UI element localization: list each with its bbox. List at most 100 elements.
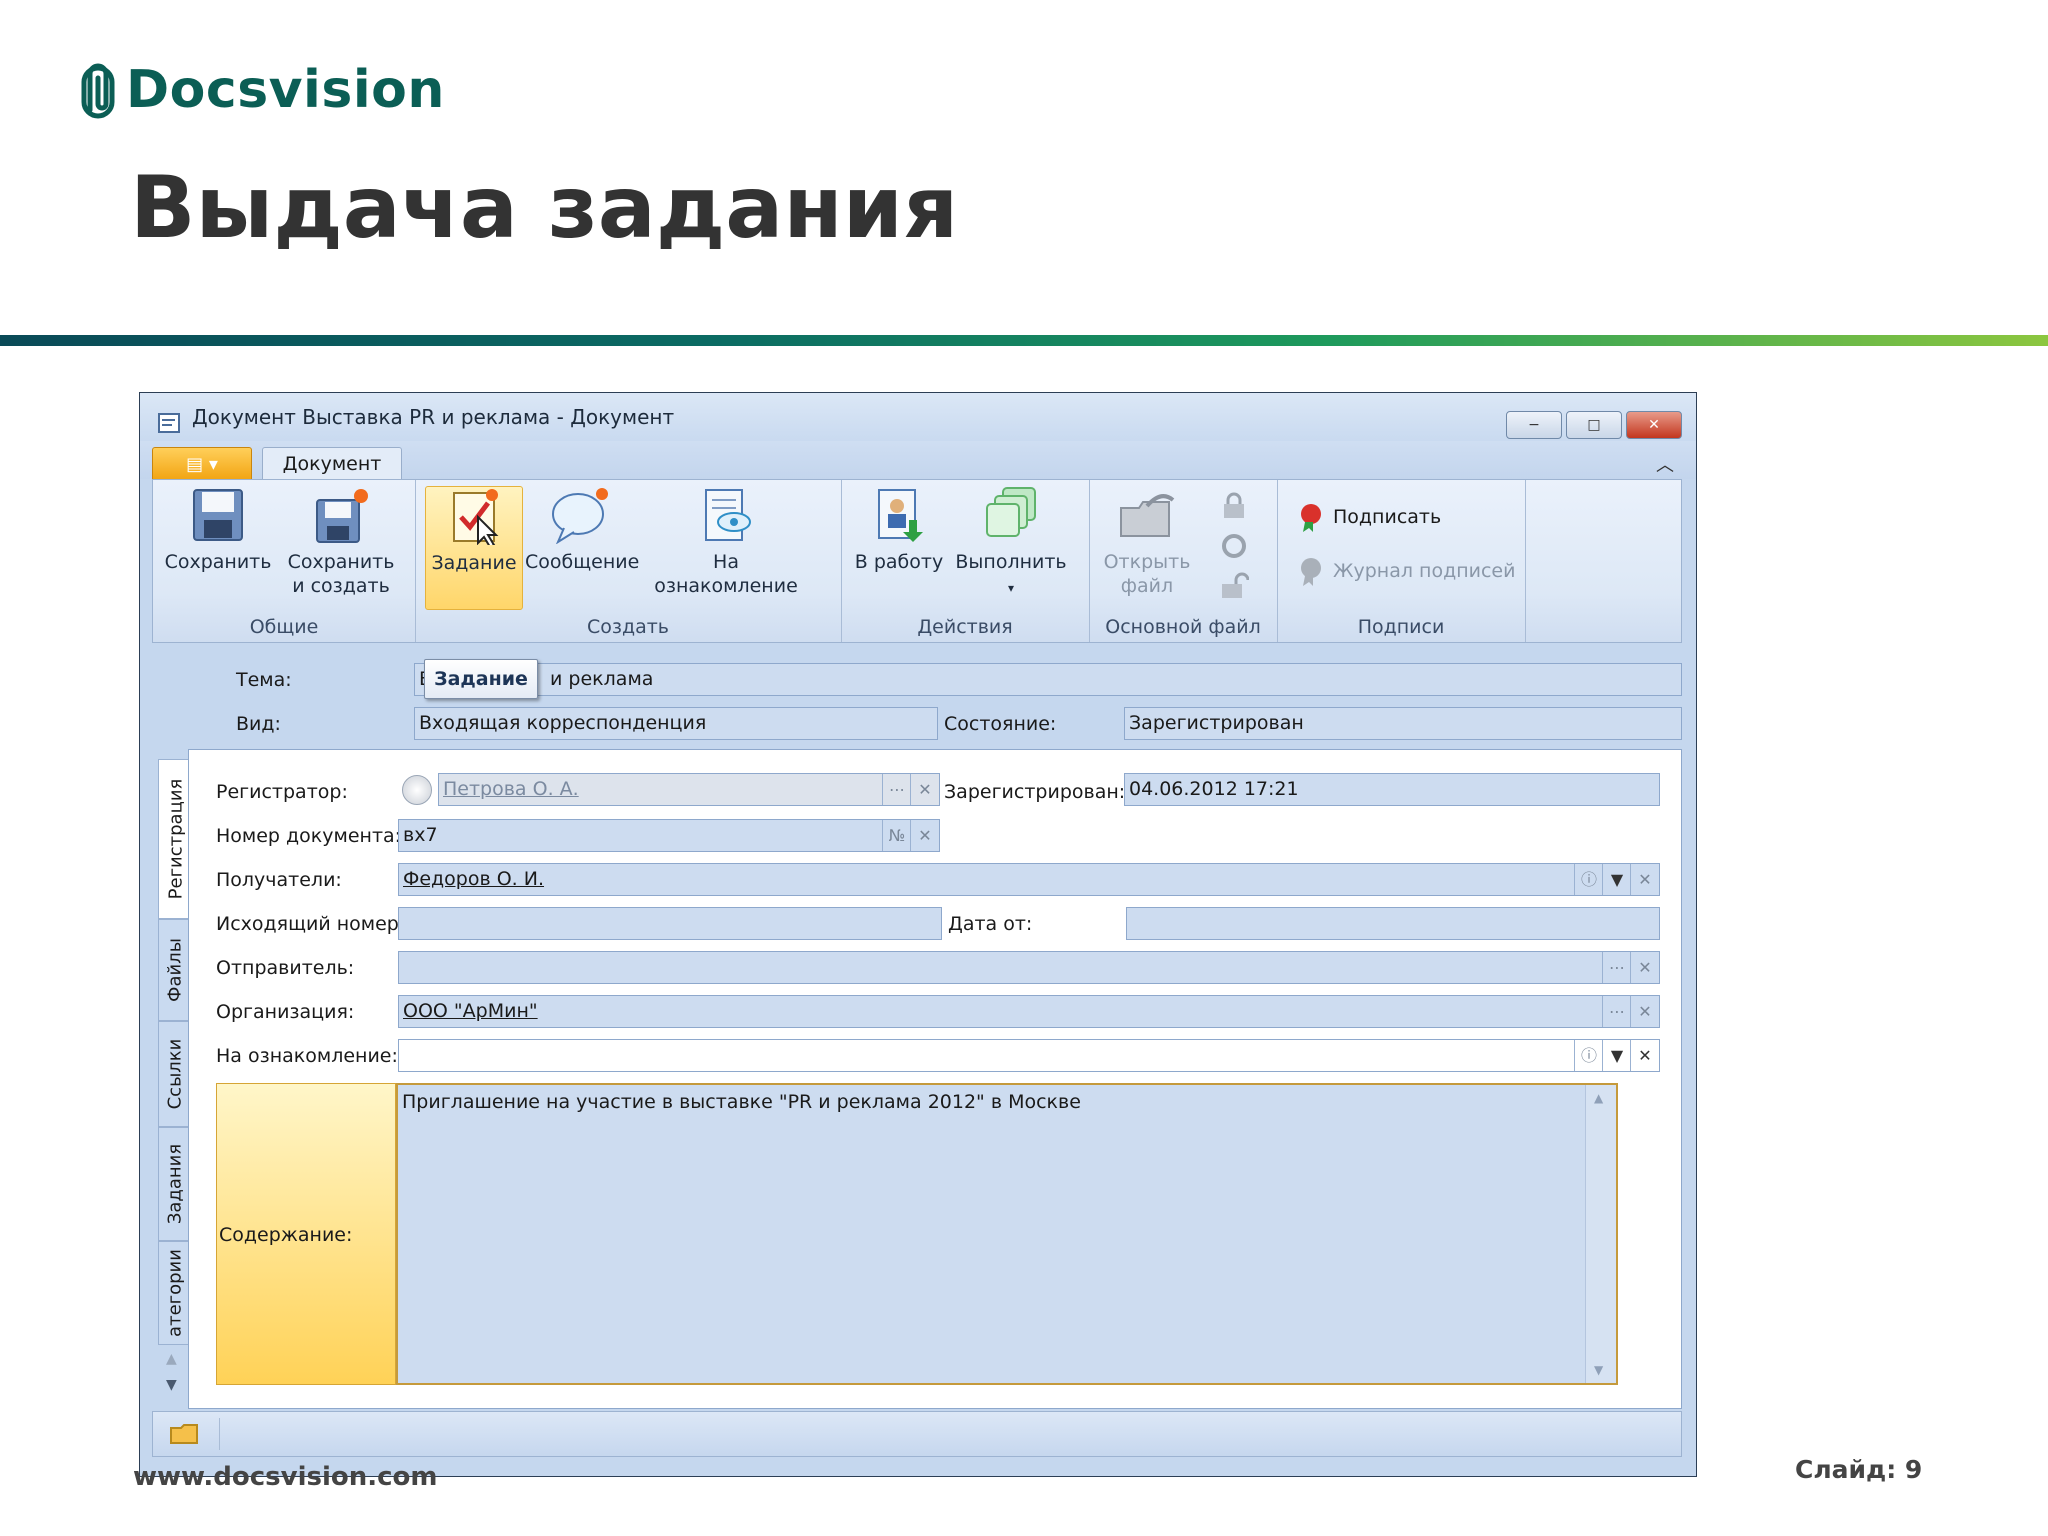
subject-field[interactable]: Ви реклама	[414, 663, 1682, 696]
save-button[interactable]: Сохранить	[163, 486, 273, 574]
state-label: Состояние:	[944, 713, 1057, 735]
slide-number: Слайд: 9	[1795, 1455, 1923, 1484]
tab-document[interactable]: Документ	[262, 447, 402, 481]
side-tab-categories[interactable]: атегории	[158, 1241, 192, 1345]
side-tab-tasks[interactable]: Задания	[158, 1127, 192, 1241]
app-menu-button[interactable]: ▤ ▾	[152, 447, 252, 481]
unlock-icon[interactable]	[1219, 572, 1249, 600]
content-textarea[interactable]: Приглашение на участие в выставке "PR и …	[396, 1083, 1618, 1385]
acq-dropdown-icon[interactable]: ▼	[1602, 1040, 1631, 1071]
registrar-browse-icon[interactable]: ⋯	[882, 774, 911, 805]
subject-value-end: и реклама	[550, 668, 654, 690]
refresh-lock-icon[interactable]	[1219, 532, 1249, 560]
content-scroll-up-icon[interactable]: ▲	[1594, 1091, 1603, 1105]
acq-info-icon[interactable]: ⓘ	[1574, 1040, 1603, 1071]
content-label: Содержание:	[219, 1224, 353, 1246]
org-clear-icon[interactable]: ✕	[1630, 996, 1659, 1027]
docnum-generate-icon[interactable]: №	[882, 820, 911, 851]
scroll-up-icon[interactable]: ▲	[166, 1351, 177, 1367]
registrar-avatar	[402, 775, 432, 805]
lock-icon[interactable]	[1219, 492, 1249, 520]
state-field[interactable]: Зарегистрирован	[1124, 707, 1682, 740]
registered-label: Зарегистрирован:	[944, 781, 1126, 803]
document-window: Документ Выставка PR и реклама - Докумен…	[139, 392, 1697, 1477]
message-label: Сообщение	[525, 551, 640, 573]
content-scrollbar[interactable]: ▲ ▼	[1585, 1085, 1616, 1383]
recipients-field[interactable]: Федоров О. И. ⓘ ▼ ✕	[398, 863, 1660, 896]
maximize-button[interactable]: □	[1566, 411, 1622, 439]
sender-clear-icon[interactable]: ✕	[1630, 952, 1659, 983]
outnum-field[interactable]	[398, 907, 942, 940]
scroll-down-icon[interactable]: ▼	[166, 1377, 177, 1393]
collapse-ribbon-icon[interactable]: ︿	[1656, 451, 1674, 477]
org-browse-icon[interactable]: ⋯	[1602, 996, 1631, 1027]
recipients-info-icon[interactable]: ⓘ	[1574, 864, 1603, 895]
sign-log-button[interactable]: Журнал подписей	[1297, 556, 1515, 586]
content-value: Приглашение на участие в выставке "PR и …	[402, 1091, 1081, 1113]
task-button[interactable]: Задание	[425, 486, 523, 610]
ribbon-group-signatures: Подписать Журнал подписей Подписи	[1277, 480, 1526, 642]
docnum-value: вх7	[403, 824, 438, 846]
execute-label: Выполнить	[955, 551, 1067, 573]
registrar-label: Регистратор:	[216, 781, 348, 803]
save-and-create-label-2: и создать	[292, 575, 390, 597]
execute-icon	[986, 487, 1036, 537]
kind-field[interactable]: Входящая корреспонденция	[414, 707, 938, 740]
side-tab-registration[interactable]: Регистрация	[158, 759, 192, 919]
side-tabs: Регистрация Файлы Ссылки Задания атегори…	[158, 759, 192, 1399]
side-tab-files[interactable]: Файлы	[158, 919, 192, 1021]
save-label: Сохранить	[164, 551, 272, 573]
message-icon	[552, 488, 608, 544]
registrar-clear-icon[interactable]: ✕	[910, 774, 939, 805]
ribbon-group-actions: В работу Выполнить ▾ Действия	[841, 480, 1090, 642]
open-file-button[interactable]: Открыть файл	[1095, 486, 1199, 598]
date-from-field[interactable]	[1126, 907, 1660, 940]
sender-field[interactable]: ⋯ ✕	[398, 951, 1660, 984]
group-label-general: Общие	[249, 616, 319, 638]
folder-icon[interactable]	[169, 1422, 201, 1446]
execute-button[interactable]: Выполнить ▾	[953, 486, 1069, 600]
group-label-signatures: Подписи	[1357, 616, 1445, 638]
sign-ribbon-icon	[1301, 504, 1321, 532]
save-icon	[193, 489, 243, 541]
acq-clear-icon[interactable]: ✕	[1630, 1040, 1659, 1071]
org-field[interactable]: ООО "АрМин" ⋯ ✕	[398, 995, 1660, 1028]
task-icon	[453, 489, 499, 545]
paperclip-icon	[81, 63, 115, 119]
recipients-value: Федоров О. И.	[403, 868, 545, 890]
recipients-label: Получатели:	[216, 869, 342, 891]
recipients-clear-icon[interactable]: ✕	[1630, 864, 1659, 895]
content-scroll-down-icon[interactable]: ▼	[1594, 1363, 1603, 1377]
registered-field[interactable]: 04.06.2012 17:21	[1124, 773, 1660, 806]
group-label-main-file: Основной файл	[1105, 616, 1261, 638]
docsvision-logo: Docsvision	[80, 58, 445, 122]
minimize-button[interactable]: −	[1506, 411, 1562, 439]
message-button[interactable]: Сообщение	[525, 486, 639, 574]
open-file-icon	[1120, 494, 1175, 537]
chevron-down-icon: ▾	[1007, 581, 1015, 595]
footer-url[interactable]: www.docsvision.com	[133, 1462, 438, 1492]
acquaint-button[interactable]: На ознакомление	[641, 486, 811, 598]
open-file-label-2: файл	[1120, 575, 1174, 597]
acq-field[interactable]: ⓘ ▼ ✕	[398, 1039, 1660, 1072]
docnum-clear-icon[interactable]: ✕	[910, 820, 939, 851]
subject-label: Тема:	[236, 669, 292, 691]
docnum-field[interactable]: вх7 № ✕	[398, 819, 940, 852]
ribbon-tab-row: ▤ ▾ Документ ︿	[140, 441, 1696, 481]
registrar-field[interactable]: Петрова О. А. ⋯ ✕	[438, 773, 940, 806]
sender-browse-icon[interactable]: ⋯	[1602, 952, 1631, 983]
save-and-create-button[interactable]: Сохранить и создать	[281, 486, 401, 598]
save-and-create-icon	[316, 489, 368, 543]
group-label-actions: Действия	[917, 616, 1013, 638]
side-tab-links[interactable]: Ссылки	[158, 1021, 192, 1127]
status-bar	[152, 1411, 1682, 1457]
to-work-button[interactable]: В работу	[847, 486, 951, 574]
kind-label: Вид:	[236, 713, 281, 735]
recipients-dropdown-icon[interactable]: ▼	[1602, 864, 1631, 895]
title-bar[interactable]: Документ Выставка PR и реклама - Докумен…	[140, 393, 1696, 441]
close-button[interactable]: ✕	[1626, 411, 1682, 439]
open-file-label-1: Открыть	[1103, 551, 1191, 573]
sign-button[interactable]: Подписать	[1297, 502, 1441, 532]
sender-label: Отправитель:	[216, 957, 355, 979]
window-title: Документ Выставка PR и реклама - Докумен…	[192, 405, 675, 429]
